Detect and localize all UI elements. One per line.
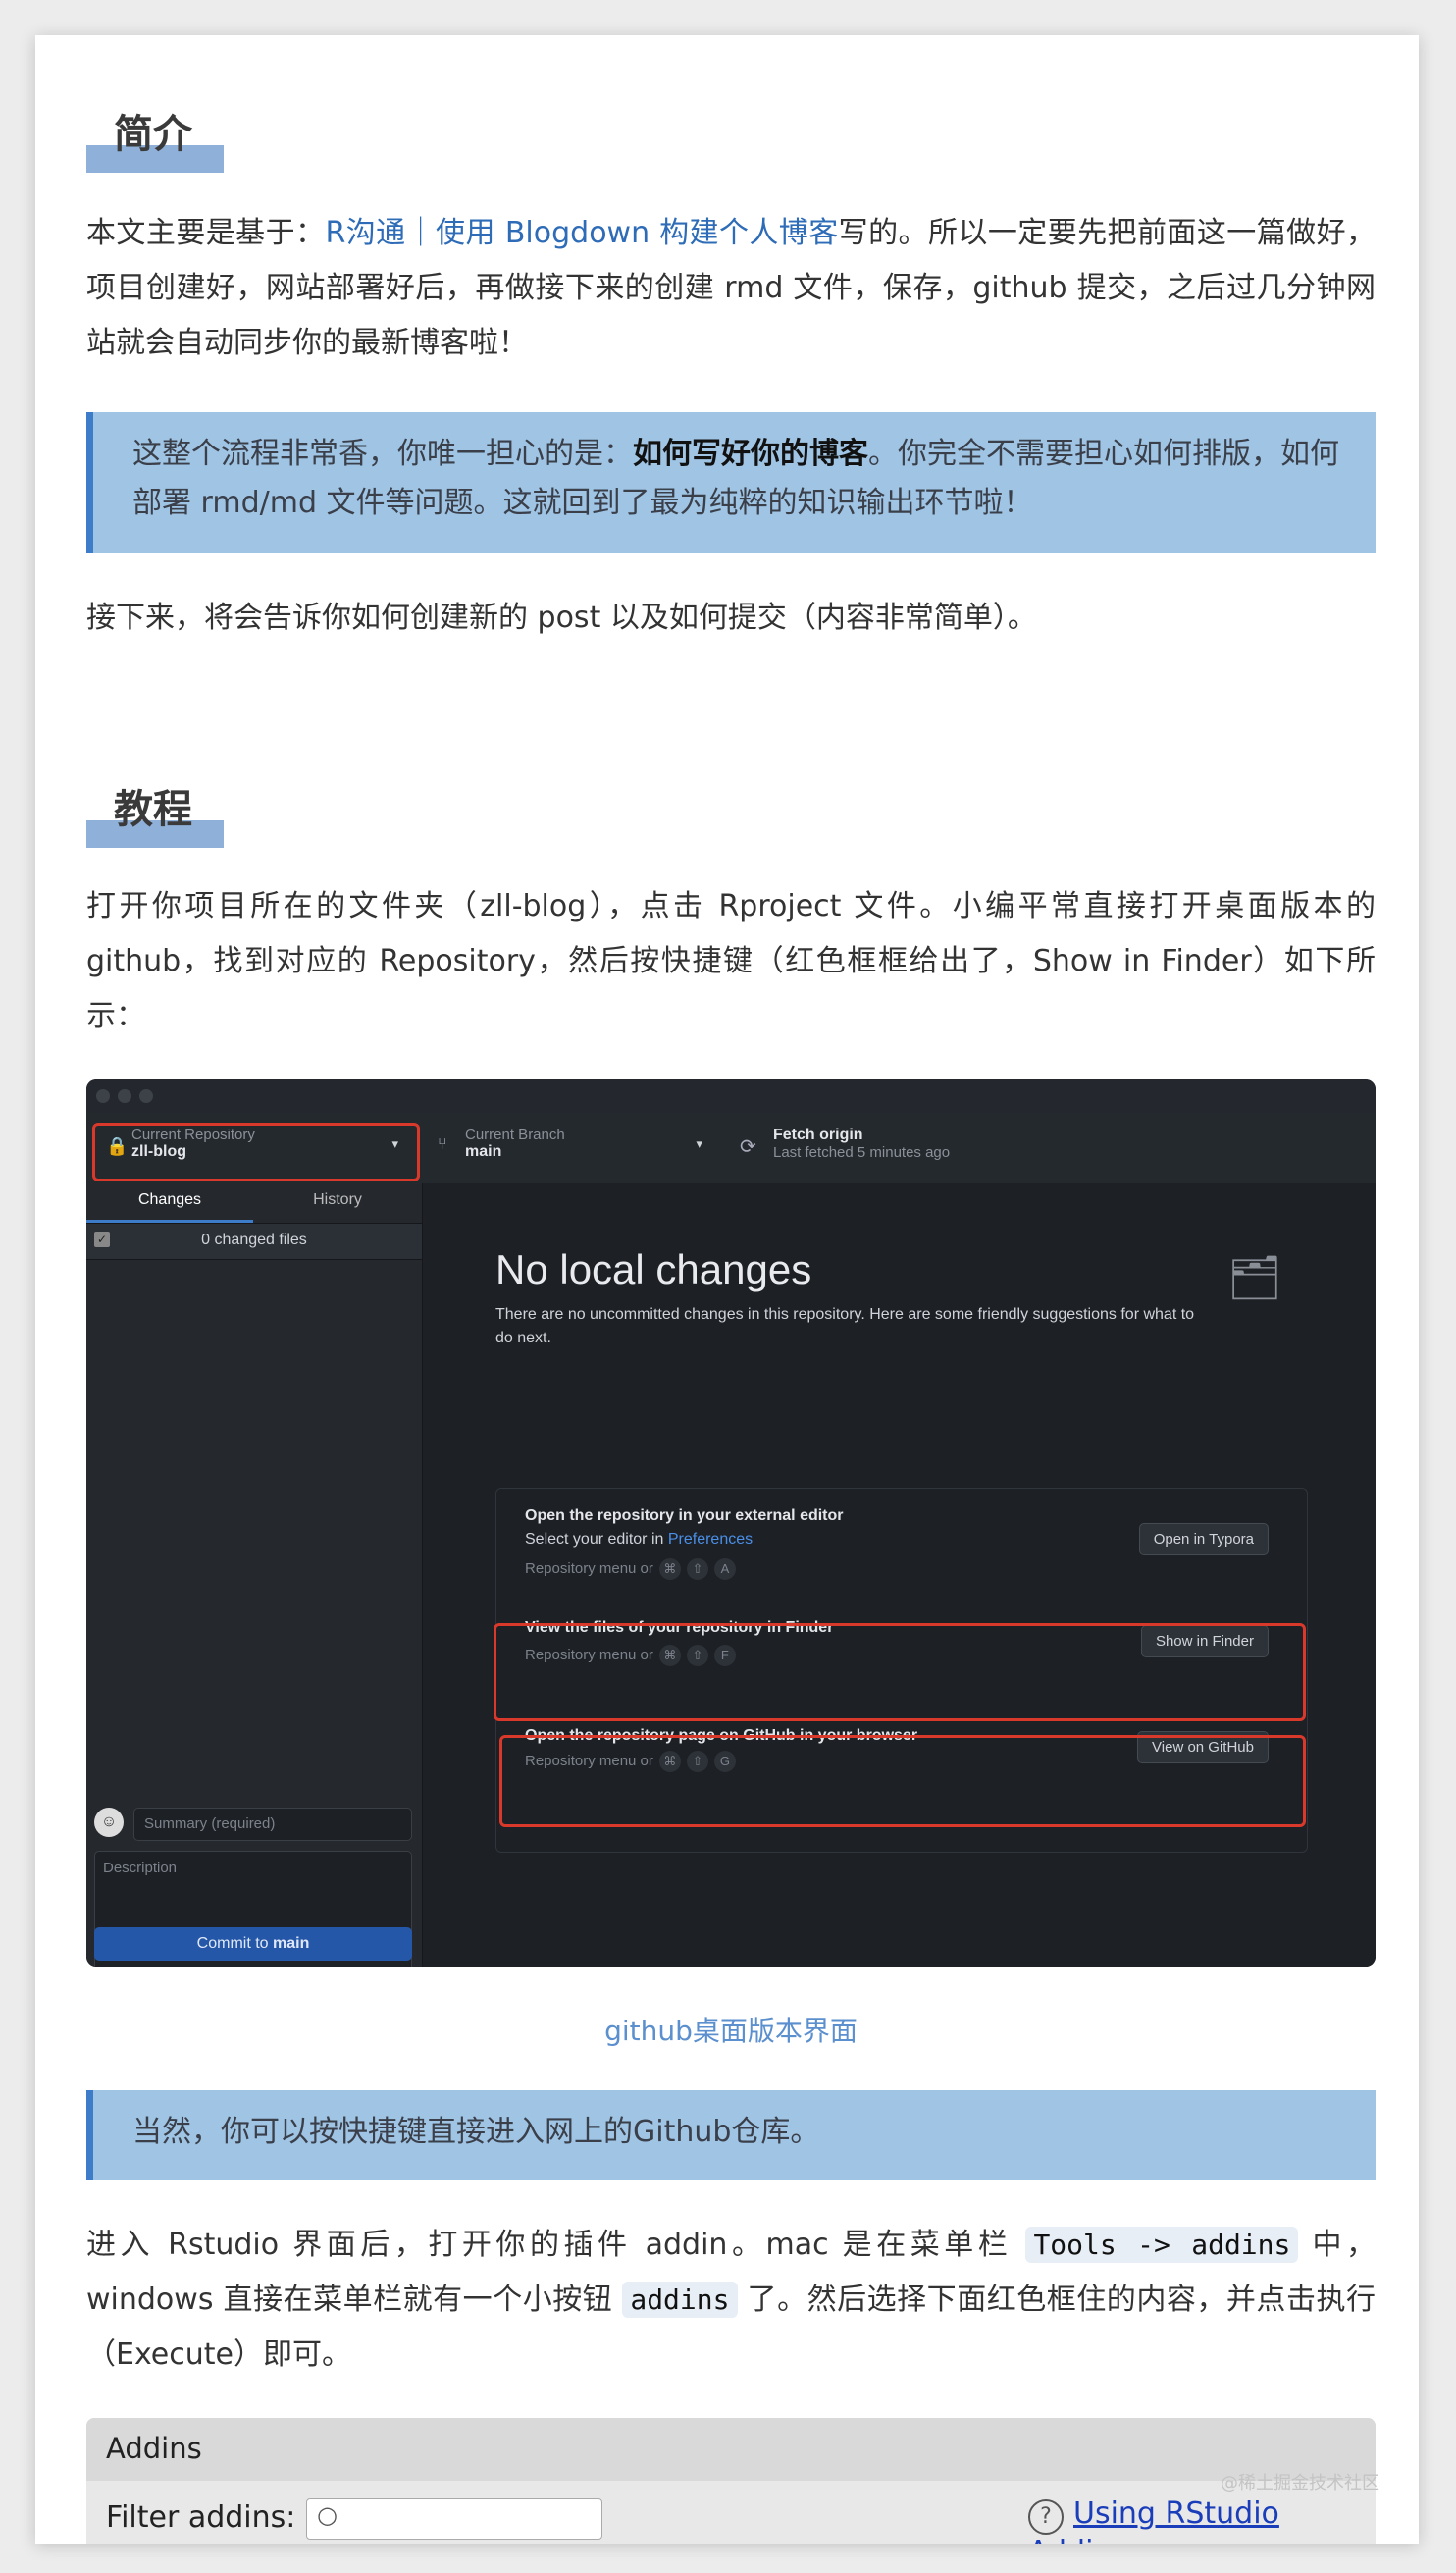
article-page: 简介 本文主要是基于：R沟通｜使用 Blogdown 构建个人博客写的。所以一定… xyxy=(35,35,1419,2544)
card1-shortcut: Repository menu or ⌘ ⇧ A xyxy=(525,1558,736,1580)
no-changes-description: There are no uncommitted changes in this… xyxy=(495,1306,1195,1346)
letter-key: A xyxy=(713,1558,736,1580)
avatar: ☺ xyxy=(94,1808,124,1837)
addins-title: Addins xyxy=(106,2432,202,2465)
tutorial-paragraph: 打开你项目所在的文件夹（zll-blog），点击 Rproject 文件。小编平… xyxy=(86,889,1376,1033)
sync-icon: ⟳ xyxy=(740,1136,756,1158)
github-sidebar: Changes History ✓ 0 changed files ☺ Summ… xyxy=(86,1183,423,1967)
help-link-text: Using RStudio Addins xyxy=(1028,2496,1279,2544)
window-minimize-dot xyxy=(118,1089,131,1103)
card1-sub: Select your editor in Preferences xyxy=(525,1531,753,1549)
using-rstudio-addins-link[interactable]: ?Using RStudio Addins xyxy=(1028,2496,1376,2544)
site-watermark: @稀土掘金技术社区 xyxy=(1221,2473,1379,2494)
changed-files-header: ✓ 0 changed files xyxy=(86,1224,422,1260)
tab-changes[interactable]: Changes xyxy=(86,1191,253,1223)
current-branch-label: Current Branch xyxy=(465,1127,565,1143)
help-icon: ? xyxy=(1028,2499,1064,2535)
section-heading-intro: 简介 xyxy=(86,94,224,173)
suggestion-open-editor: Open the repository in your external edi… xyxy=(511,1492,1296,1590)
current-branch-dropdown[interactable]: ⑂ Current Branch main ▾ xyxy=(438,1123,712,1178)
card1-title: Open the repository in your external edi… xyxy=(525,1507,844,1524)
branch-icon: ⑂ xyxy=(438,1136,447,1153)
description-placeholder: Description xyxy=(103,1860,178,1876)
summary-input[interactable]: Summary (required) xyxy=(133,1808,412,1841)
intro-paragraph: 本文主要是基于：R沟通｜使用 Blogdown 构建个人博客写的。所以一定要先把… xyxy=(86,206,1376,371)
red-highlight-github xyxy=(499,1735,1306,1827)
quote-bold: 如何写好你的博客 xyxy=(633,437,868,471)
open-in-typora-button[interactable]: Open in Typora xyxy=(1138,1523,1269,1555)
search-icon: ○ xyxy=(317,2501,338,2529)
addins-dialog-header: Addins xyxy=(86,2418,1376,2481)
shift-key-icon: ⇧ xyxy=(686,1558,708,1580)
fetch-origin-button[interactable]: ⟳ Fetch origin Last fetched 5 minutes ag… xyxy=(740,1123,1014,1178)
window-titlebar xyxy=(86,1079,1376,1113)
window-zoom-dot xyxy=(139,1089,153,1103)
heading-text: 教程 xyxy=(114,787,192,832)
rstudio-addins-dialog: Addins Filter addins: ○ ?Using RStudio A… xyxy=(86,2418,1376,2544)
chevron-down-icon: ▾ xyxy=(696,1136,702,1151)
tab-history[interactable]: History xyxy=(253,1191,422,1209)
empty-state-illustration-icon: 🗂 xyxy=(1227,1254,1282,1302)
no-changes-view: No local changes There are no uncommitte… xyxy=(423,1183,1376,1967)
blockquote-github-tip: 当然，你可以按快捷键直接进入网上的Github仓库。 xyxy=(86,2090,1376,2180)
no-changes-title: No local changes xyxy=(495,1246,812,1292)
commit-branch: main xyxy=(273,1935,310,1952)
fetch-sub: Last fetched 5 minutes ago xyxy=(773,1144,951,1161)
inline-code-tools-addins: Tools -> addins xyxy=(1025,2227,1299,2263)
image-caption: github桌面版本界面 xyxy=(604,2015,858,2047)
card1-sub-prefix: Select your editor in xyxy=(525,1531,668,1548)
rstudio-paragraph: 进入 Rstudio 界面后，打开你的插件 addin。mac 是在菜单栏 To… xyxy=(86,2218,1376,2383)
red-highlight-finder xyxy=(494,1623,1306,1721)
sidebar-tabs: Changes History xyxy=(86,1183,422,1224)
fetch-label: Fetch origin xyxy=(773,1127,863,1143)
changed-files-count: 0 changed files xyxy=(201,1232,307,1248)
quote-prefix: 这整个流程非常香，你唯一担心的是： xyxy=(132,437,633,471)
red-highlight-repo xyxy=(92,1123,420,1181)
heading-text: 简介 xyxy=(114,112,192,157)
blogdown-post-link[interactable]: R沟通｜使用 Blogdown 构建个人博客 xyxy=(325,216,838,250)
github-toolbar: 🔒 Current Repository zll-blog ▾ ⑂ Curren… xyxy=(86,1113,1376,1184)
preferences-link[interactable]: Preferences xyxy=(668,1531,753,1548)
commit-prefix: Commit to xyxy=(196,1935,273,1952)
section-heading-tutorial: 教程 xyxy=(86,769,224,848)
filter-addins-input[interactable]: ○ xyxy=(306,2498,602,2540)
current-branch-value: main xyxy=(465,1143,502,1160)
rstudio-p1: 进入 Rstudio 界面后，打开你的插件 addin。mac 是在菜单栏 xyxy=(86,2228,1026,2262)
filter-addins-label: Filter addins: xyxy=(106,2500,296,2535)
window-close-dot xyxy=(96,1089,110,1103)
next-steps-paragraph: 接下来，将会告诉你如何创建新的 post 以及如何提交（内容非常简单）。 xyxy=(86,601,1037,635)
commit-button[interactable]: Commit to main xyxy=(94,1927,412,1961)
inline-code-addins: addins xyxy=(622,2282,738,2318)
command-key-icon: ⌘ xyxy=(658,1558,681,1580)
blockquote-tip: 这整个流程非常香，你唯一担心的是：如何写好你的博客。你完全不需要担心如何排版，如… xyxy=(86,412,1376,553)
intro-prefix: 本文主要是基于： xyxy=(86,216,326,250)
card1-menu: Repository menu or xyxy=(525,1560,653,1577)
github-desktop-screenshot: 🔒 Current Repository zll-blog ▾ ⑂ Curren… xyxy=(86,1079,1376,1967)
